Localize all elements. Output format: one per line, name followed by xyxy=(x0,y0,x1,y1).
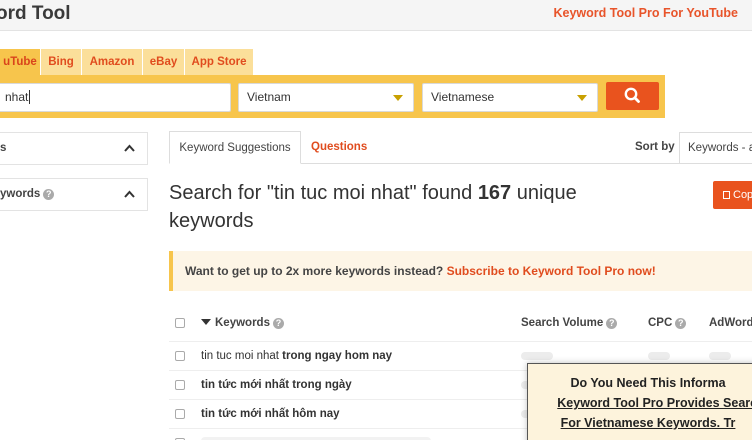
promo-link[interactable]: Subscribe to Keyword Tool Pro now! xyxy=(447,264,656,278)
top-bar: ord Tool Keyword Tool Pro For YouTube xyxy=(0,0,752,31)
promo-banner: Want to get up to 2x more keywords inste… xyxy=(169,251,752,291)
tab-bing[interactable]: Bing xyxy=(41,49,81,75)
tab-ebay[interactable]: eBay xyxy=(143,49,184,75)
tab-amazon[interactable]: Amazon xyxy=(82,49,142,75)
cpc-label: CPC xyxy=(648,317,673,329)
tab-youtube[interactable]: uTube xyxy=(0,49,40,75)
keyword-cell[interactable]: tin tức mới nhất hôm nay xyxy=(201,400,340,428)
select-all-checkbox[interactable] xyxy=(175,318,185,328)
help-icon[interactable]: ? xyxy=(43,189,55,200)
chevron-down-icon xyxy=(393,95,403,101)
search-volume-column[interactable]: Search Volume? xyxy=(521,311,618,335)
search-icon xyxy=(624,87,640,103)
adwords-value-blurred xyxy=(709,352,731,360)
adwords-column[interactable]: AdWords xyxy=(709,311,752,335)
sort-by-label: Sort by xyxy=(635,141,675,153)
language-value: Vietnamese xyxy=(431,90,495,104)
copy-icon xyxy=(723,191,730,199)
search-volume-label: Search Volume xyxy=(521,317,604,329)
help-icon[interactable]: ? xyxy=(606,318,618,329)
tab-app-store[interactable]: App Store xyxy=(185,49,253,75)
popup-title: Do You Need This Informa xyxy=(570,376,726,390)
promo-text: Want to get up to 2x more keywords inste… xyxy=(185,264,447,278)
search-button[interactable] xyxy=(606,82,659,110)
keyword-suffix: tin tức mới nhất trong ngày xyxy=(201,379,352,391)
keyword-base: tin tuc moi nhat xyxy=(201,350,279,362)
country-select[interactable]: Vietnam xyxy=(238,83,414,112)
row-checkbox[interactable] xyxy=(175,380,185,390)
table-header: Keywords? Search Volume? CPC? AdWords xyxy=(169,311,752,335)
keyword-cell[interactable]: tin tức mới nhất trong ngày xyxy=(201,371,352,399)
keyword-suffix: trong ngay hom nay xyxy=(278,350,393,362)
search-band: nhat Vietnam Vietnamese xyxy=(0,75,665,118)
volume-value-blurred xyxy=(521,352,553,360)
keyword-count: 167 xyxy=(477,182,512,204)
country-value: Vietnam xyxy=(247,90,291,104)
row-checkbox[interactable] xyxy=(175,409,185,419)
popup-line-link[interactable]: For Vietnamese Keywords. Tr xyxy=(561,416,736,430)
help-icon[interactable]: ? xyxy=(675,318,687,329)
keywords-column-label: Keywords xyxy=(215,317,270,329)
search-input-value: nhat xyxy=(5,90,29,104)
help-icon[interactable]: ? xyxy=(272,318,284,329)
sort-select[interactable]: Keywords - a xyxy=(679,132,752,164)
copy-label: Cop xyxy=(733,189,752,201)
keywords-column[interactable]: Keywords? xyxy=(201,311,284,335)
copy-button[interactable]: Cop xyxy=(713,181,752,209)
chevron-up-icon xyxy=(124,144,135,152)
tab-keyword-suggestions[interactable]: Keyword Suggestions xyxy=(169,131,301,164)
pro-upsell-popup[interactable]: Do You Need This Informa Keyword Tool Pr… xyxy=(527,363,752,440)
chevron-up-icon xyxy=(124,190,135,198)
search-input[interactable]: nhat xyxy=(0,83,231,112)
language-select[interactable]: Vietnamese xyxy=(422,83,598,112)
filter-panel-negative-keywords[interactable]: ywords? xyxy=(0,178,148,211)
headline-prefix: Search for "tin tuc moi nhat" found xyxy=(169,182,478,204)
results-headline: Search for "tin tuc moi nhat" found 167 … xyxy=(169,179,619,235)
row-checkbox[interactable] xyxy=(175,351,185,361)
cpc-value-blurred xyxy=(648,352,670,360)
filter-label: ywords xyxy=(0,188,41,200)
popup-line[interactable]: Keyword Tool Pro Provides Search xyxy=(541,396,752,410)
sort-desc-icon xyxy=(201,319,211,325)
filter-label: s xyxy=(0,142,7,154)
pro-link[interactable]: Keyword Tool Pro For YouTube xyxy=(554,6,739,20)
tab-questions[interactable]: Questions xyxy=(311,131,367,164)
keyword-cell[interactable]: tin tuc moi nhat trong ngay hom nay xyxy=(201,342,392,370)
logo[interactable]: ord Tool xyxy=(0,3,71,25)
chevron-down-icon xyxy=(577,95,587,101)
keyword-suffix: tin tức mới nhất hôm nay xyxy=(201,408,340,420)
filter-panel-1[interactable]: s xyxy=(0,132,148,165)
cpc-column[interactable]: CPC? xyxy=(648,311,687,335)
popup-line: For Vietnamese Keywords. Tr xyxy=(528,416,752,430)
